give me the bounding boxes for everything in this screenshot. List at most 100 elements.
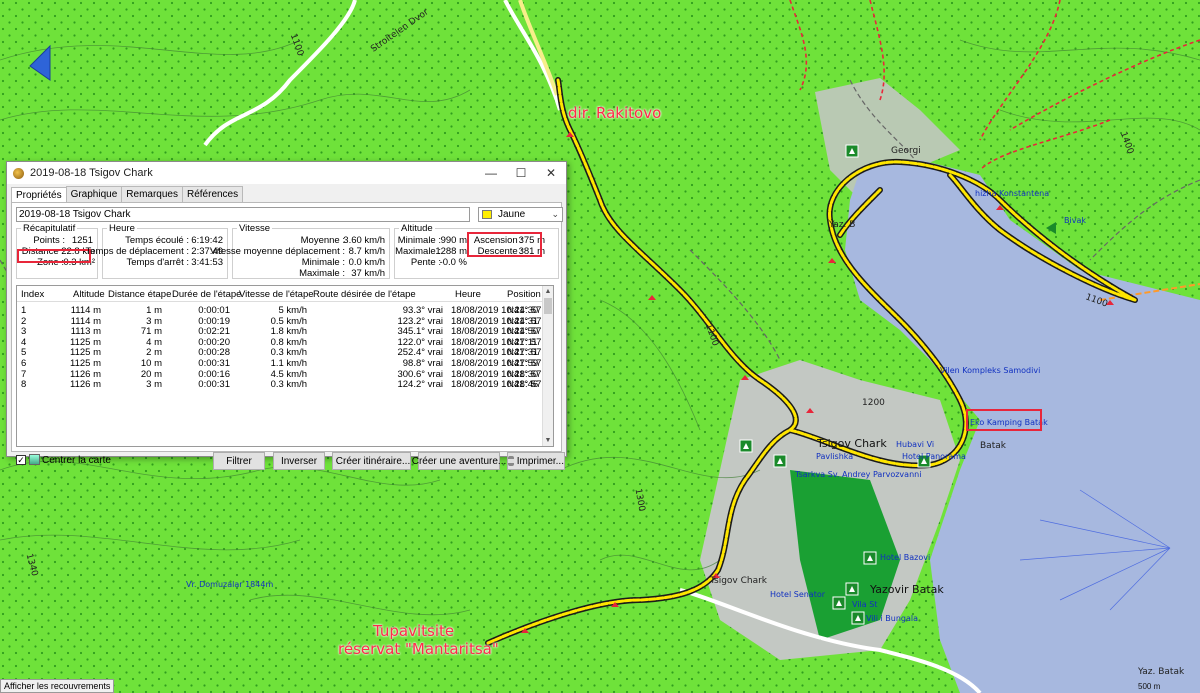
table-cell: 3	[21, 326, 27, 338]
label-vil-kompleks: Vilen Kompleks Samodivi	[940, 366, 1041, 375]
col-distance[interactable]: Distance étape	[108, 289, 171, 300]
table-row[interactable]: 3 1113 m 71 m 0:02:21 1.8 km/h 345.1° vrai 18/…	[17, 326, 549, 338]
label-hotel-panorama: Hotel Panorama	[902, 452, 966, 461]
scroll-up-icon[interactable]: ▲	[543, 286, 553, 297]
tab-proprietes[interactable]: Propriétés	[11, 187, 67, 203]
table-cell: 18/08/2019 10:24:30	[451, 305, 539, 316]
dialog-bottom-bar: ✓ Centrer la carte Filtrer Inverser Crée…	[16, 451, 565, 471]
track-properties-dialog: 2019-08-18 Tsigov Chark — ☐ ✕ Propriétés…	[6, 161, 567, 470]
print-button[interactable]: Imprimer...	[507, 452, 565, 470]
table-cell: 18/08/2019 10:27:59	[451, 358, 539, 369]
table-cell: 93.3° vrai	[402, 305, 443, 316]
table-cell: 1.8 km/h	[270, 326, 307, 338]
table-cell: 0:02:21	[198, 326, 230, 338]
label-georgi: Georgi	[891, 146, 921, 156]
overlay-toggle-label[interactable]: Afficher les recouvrements	[0, 679, 115, 693]
chevron-down-icon: ⌄	[551, 209, 559, 219]
col-vitesse[interactable]: Vitesse de l'étape	[239, 289, 314, 300]
table-cell: 2 m	[146, 347, 162, 359]
table-cell: 8	[21, 379, 27, 391]
highlight-distance	[17, 249, 91, 263]
label-villa-st: Vila St	[852, 600, 878, 609]
close-button[interactable]: ✕	[536, 162, 566, 184]
minimize-button[interactable]: —	[476, 162, 506, 184]
tab-references[interactable]: Références	[181, 186, 244, 202]
label-tsigov-chark: Tsigov Chark	[817, 437, 887, 450]
col-route[interactable]: Route désirée de l'étape	[313, 289, 416, 300]
table-row[interactable]: 6 1125 m 10 m 0:00:31 1.1 km/h 98.8° vrai 18/0…	[17, 358, 549, 369]
tab-remarques[interactable]: Remarques	[121, 186, 183, 202]
table-row[interactable]: 2 1114 m 3 m 0:00:19 0.5 km/h 123.2° vrai 18/0…	[17, 315, 549, 327]
table-cell: 4.5 km/h	[270, 368, 307, 380]
table-row[interactable]: 7 1126 m 20 m 0:00:16 4.5 km/h 300.6° vrai 18/…	[17, 368, 549, 380]
table-cell: 124.2° vrai	[397, 379, 443, 391]
label-batak: Batak	[980, 441, 1006, 451]
table-cell: 0:00:28	[198, 347, 230, 359]
table-cell: 18/08/2019 10:27:11	[451, 336, 538, 348]
table-row[interactable]: 4 1125 m 4 m 0:00:20 0.8 km/h 122.0° vrai 18/0…	[17, 336, 549, 348]
table-header: Index Altitude Distance étape Durée de l…	[17, 286, 542, 302]
col-altitude[interactable]: Altitude	[73, 289, 105, 300]
recap-legend: Récapitulatif	[23, 223, 76, 234]
table-cell: 4	[21, 336, 27, 348]
table-cell: 0:00:01	[198, 305, 230, 316]
col-heure[interactable]: Heure	[455, 289, 481, 300]
track-points-table[interactable]: Index Altitude Distance étape Durée de l…	[16, 285, 554, 447]
label-bivak: Bivak	[1064, 216, 1086, 225]
table-cell: 5	[21, 347, 27, 359]
table-cell: 2	[21, 315, 27, 327]
label-pavlishka: Pavlishka	[816, 452, 854, 461]
table-cell: 1 m	[146, 305, 162, 316]
table-row[interactable]: 1 1114 m 1 m 0:00:01 5 km/h 93.3° vrai 18/08/2…	[17, 305, 549, 316]
highlight-ascension-descente	[467, 232, 542, 257]
create-route-button[interactable]: Créer itinéraire...	[332, 452, 411, 470]
filter-button[interactable]: Filtrer	[213, 452, 265, 470]
table-scrollbar[interactable]: ▲ ▼	[542, 286, 553, 446]
table-cell: 10 m	[140, 358, 162, 369]
col-index[interactable]: Index	[21, 289, 44, 300]
label-rakitovo: dir. Rakitovo	[568, 104, 662, 122]
table-cell: 4 m	[146, 336, 162, 348]
table-row[interactable]: 5 1125 m 2 m 0:00:28 0.3 km/h 252.4° vrai 18/0…	[17, 347, 549, 359]
group-vitesse: Vitesse Moyenne :3.60 km/h Vitesse moyen…	[210, 223, 390, 279]
table-cell: 5 km/h	[278, 305, 307, 316]
table-cell: 1.1 km/h	[270, 358, 307, 369]
col-duree[interactable]: Durée de l'étape	[172, 289, 241, 300]
table-cell: 1113 m	[70, 326, 101, 338]
label-tupavitsite: Tupavitsite	[373, 622, 455, 640]
track-name-input[interactable]: 2019-08-18 Tsigov Chark	[16, 207, 470, 222]
label-hizha-konstantena: hizha Konstantena	[975, 189, 1050, 198]
dialog-titlebar[interactable]: 2019-08-18 Tsigov Chark — ☐ ✕	[7, 162, 566, 184]
track-color-select[interactable]: Jaune ⌄	[478, 207, 563, 222]
table-row[interactable]: 8 1126 m 3 m 0:00:31 0.3 km/h 124.2° vrai 18/0…	[17, 379, 549, 391]
altitude-legend: Altitude	[401, 223, 433, 234]
invert-button[interactable]: Inverser	[273, 452, 325, 470]
center-map-checkbox[interactable]: ✓	[16, 455, 26, 465]
color-swatch	[482, 210, 492, 219]
map-center-icon	[29, 454, 40, 465]
tab-graphique[interactable]: Graphique	[65, 186, 123, 202]
label-hotel-senator: Hotel Senator	[770, 590, 826, 599]
create-adventure-button[interactable]: Créer une aventure...	[412, 452, 506, 470]
label-yaz-b: Yaz. B	[829, 220, 856, 230]
table-cell: 0:00:31	[198, 358, 230, 369]
table-cell: 1114 m	[70, 315, 101, 327]
table-cell: 0:00:31	[198, 379, 230, 391]
label-cherkva: Tsarkva Sv. Andrey Parvozvanni	[795, 470, 922, 479]
properties-panel: 2019-08-18 Tsigov Chark Jaune ⌄ Récapitu…	[11, 202, 565, 470]
table-cell: 3 m	[146, 379, 162, 391]
table-cell: 1	[21, 305, 27, 316]
table-cell: 252.4° vrai	[397, 347, 443, 359]
label-hotel-bazov: Hotel Bazovi	[880, 553, 931, 562]
maximize-button[interactable]: ☐	[506, 162, 536, 184]
color-value: Jaune	[498, 209, 526, 220]
table-cell: 71 m	[140, 326, 162, 338]
scroll-down-icon[interactable]: ▼	[543, 435, 553, 446]
label-yazovir-batak: Yazovir Batak	[870, 583, 944, 596]
table-cell: 3 m	[146, 315, 162, 327]
col-position[interactable]: Position	[507, 289, 541, 300]
table-cell: 1126 m	[70, 379, 101, 391]
table-cell: 18/08/2019 10:28:30	[451, 368, 539, 380]
scroll-thumb[interactable]	[544, 298, 552, 314]
label-elev-1200: 1200	[862, 398, 885, 408]
